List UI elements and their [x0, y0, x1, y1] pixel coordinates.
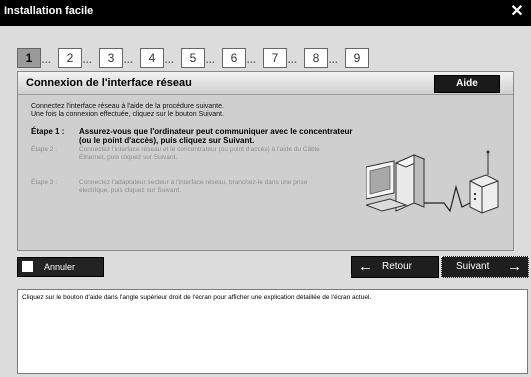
- step3-line: Connectez l'adaptateur secteur à l'inter…: [79, 179, 308, 186]
- step-dots: ▪▪▪: [165, 60, 175, 66]
- step-dots: ▪▪▪: [124, 60, 134, 66]
- step2-line: Ethernet, puis cliquez sur Suivant.: [79, 154, 178, 161]
- step3-text: Connectez l'adaptateur secteur à l'inter…: [79, 179, 354, 195]
- step3-label: Étape 3 :: [31, 179, 58, 186]
- back-label: Retour: [382, 261, 413, 272]
- cancel-checkbox-icon: [22, 261, 33, 272]
- step-dots: ▪▪▪: [83, 60, 93, 66]
- arrow-left-icon: ←: [358, 258, 373, 275]
- step1-label: Étape 1 :: [31, 127, 65, 136]
- computer-icon: [366, 154, 426, 212]
- instructions: Connectez l'interface réseau à l'aide de…: [31, 103, 224, 119]
- help-button[interactable]: Aide: [434, 75, 500, 93]
- step-2: 2: [58, 48, 82, 68]
- step-8: 8: [304, 48, 328, 68]
- step2-label: Étape 2 :: [31, 146, 58, 153]
- panel-header: Connexion de l'interface réseau Aide: [18, 72, 513, 95]
- step-dots: ▪▪▪: [288, 60, 298, 66]
- title-bar: Installation facile ✕: [0, 0, 531, 26]
- step3-line: électrique, puis cliquez sur Suivant.: [79, 187, 181, 194]
- network-adapter-icon: [469, 150, 499, 214]
- next-button[interactable]: Suivant →: [441, 256, 529, 278]
- step-3: 3: [99, 48, 123, 68]
- intro-line: Connectez l'interface réseau à l'aide de…: [31, 103, 224, 110]
- intro-line: Une fois la connexion effectuée, cliquez…: [31, 111, 224, 118]
- step-dots: ▪▪▪: [206, 60, 216, 66]
- step1-text: Assurez-vous que l'ordinateur peut commu…: [79, 127, 354, 145]
- close-icon[interactable]: ✕: [507, 2, 527, 22]
- ethernet-cable: [424, 184, 471, 213]
- step1-line: Assurez-vous que l'ordinateur peut commu…: [79, 127, 353, 136]
- step-dots: ▪▪▪: [329, 60, 339, 66]
- step-dots: ▪▪▪: [247, 60, 257, 66]
- step-4: 4: [140, 48, 164, 68]
- step-1: 1: [17, 48, 41, 68]
- cancel-button[interactable]: Annuler: [17, 257, 104, 277]
- step2-line: Connectez l'interface réseau et le conce…: [79, 146, 320, 153]
- network-illustration: [366, 150, 499, 214]
- content-panel: Connexion de l'interface réseau Aide Con…: [17, 71, 514, 251]
- step-6: 6: [222, 48, 246, 68]
- step-7: 7: [263, 48, 287, 68]
- step-5: 5: [181, 48, 205, 68]
- next-label: Suivant: [456, 261, 490, 272]
- step1-line: (ou le point d'accès), puis cliquez sur …: [79, 136, 255, 145]
- help-text: Cliquez sur le bouton d'aide dans l'angl…: [22, 294, 372, 301]
- page-title: Connexion de l'interface réseau: [26, 77, 192, 89]
- window-title: Installation facile: [4, 5, 94, 17]
- step-dots: ▪▪▪: [42, 60, 52, 66]
- step2-text: Connectez l'interface réseau et le conce…: [79, 146, 354, 162]
- back-button[interactable]: ← Retour: [351, 256, 439, 278]
- arrow-right-icon: →: [507, 258, 522, 275]
- help-description-box: Cliquez sur le bouton d'aide dans l'angl…: [17, 289, 528, 374]
- cancel-label: Annuler: [44, 262, 76, 272]
- step-9: 9: [345, 48, 369, 68]
